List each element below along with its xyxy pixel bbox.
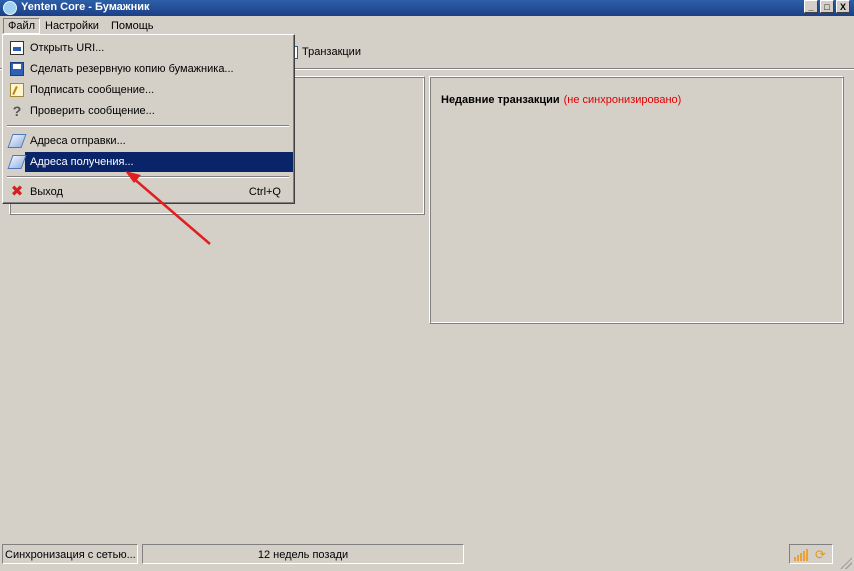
syncing-icon[interactable]: ⟳ — [814, 548, 827, 561]
menu-item-label: Выход — [30, 186, 63, 198]
maximize-button[interactable]: □ — [820, 0, 834, 13]
menu-settings[interactable]: Настройки — [41, 18, 103, 34]
sign-message-icon — [10, 83, 24, 97]
menu-item-exit[interactable]: ✖ Выход Ctrl+Q — [5, 182, 293, 202]
recent-transactions-panel: Недавние транзакции (не синхронизировано) — [429, 76, 844, 324]
network-activity-icon[interactable] — [794, 549, 808, 561]
sync-progress-bar: 12 недель позади — [142, 544, 464, 564]
address-book-icon — [7, 134, 27, 148]
menu-item-verify-message[interactable]: ? Проверить сообщение... — [5, 101, 293, 121]
resize-grip[interactable] — [840, 557, 852, 569]
out-of-sync-label: (не синхронизировано) — [563, 94, 682, 106]
menu-help[interactable]: Помощь — [107, 18, 158, 34]
menu-item-label: Адреса получения... — [30, 156, 134, 168]
recent-transactions-title: Недавние транзакции — [441, 94, 560, 106]
window-title: Yenten Core - Бумажник — [21, 1, 150, 13]
close-button[interactable]: X — [836, 0, 850, 13]
menu-file[interactable]: Файл — [3, 18, 41, 34]
title-bar: Yenten Core - Бумажник _ □ X — [0, 0, 854, 16]
transactions-label: Транзакции — [302, 46, 361, 58]
menu-item-backup-wallet[interactable]: Сделать резервную копию бумажника... — [5, 59, 293, 79]
menu-separator — [7, 125, 289, 127]
menu-item-open-uri[interactable]: Открыть URI... — [5, 38, 293, 58]
minimize-button[interactable]: _ — [804, 0, 818, 13]
recent-transactions-heading: Недавние транзакции (не синхронизировано) — [441, 94, 681, 106]
menu-bar: Файл Настройки Помощь — [0, 17, 854, 35]
address-book-icon — [7, 155, 27, 169]
yenten-app-icon — [3, 1, 17, 15]
menu-item-sign-message[interactable]: Подписать сообщение... — [5, 80, 293, 100]
open-uri-icon — [10, 41, 24, 55]
menu-item-label: Подписать сообщение... — [30, 84, 155, 96]
window-controls: _ □ X — [804, 0, 850, 13]
menu-item-label: Адреса отправки... — [30, 135, 126, 147]
sync-status-label: Синхронизация с сетью... — [2, 544, 138, 564]
menu-separator — [7, 176, 289, 178]
menu-item-receiving-addresses[interactable]: Адреса получения... — [5, 152, 293, 172]
menu-item-label: Проверить сообщение... — [30, 105, 155, 117]
exit-shortcut: Ctrl+Q — [248, 186, 281, 198]
transactions-tab[interactable]: Транзакции — [288, 44, 361, 60]
verify-message-icon: ? — [12, 103, 22, 119]
file-menu-dropdown: Открыть URI... Сделать резервную копию б… — [2, 34, 295, 204]
save-icon — [10, 62, 24, 76]
menu-item-label: Открыть URI... — [30, 42, 105, 54]
menu-item-label: Сделать резервную копию бумажника... — [30, 63, 234, 75]
exit-icon: ✖ — [10, 183, 24, 200]
menu-item-sending-addresses[interactable]: Адреса отправки... — [5, 131, 293, 151]
status-bar: Синхронизация с сетью... 12 недель позад… — [0, 542, 854, 571]
status-icons: ⟳ — [789, 544, 833, 564]
